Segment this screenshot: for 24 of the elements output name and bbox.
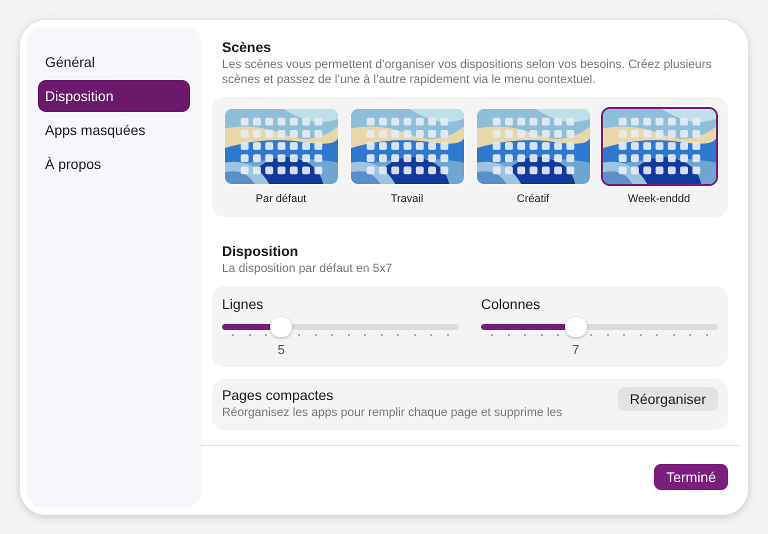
- slider-value: 5: [278, 342, 285, 357]
- slider[interactable]: [222, 317, 459, 337]
- sidebar-item[interactable]: À propos: [38, 148, 190, 180]
- sidebar-item[interactable]: Général: [38, 46, 190, 78]
- slider[interactable]: [481, 317, 718, 337]
- section-description: La disposition par défaut en 5x7: [222, 261, 394, 276]
- slider-thumb[interactable]: [270, 317, 292, 337]
- scene-label: Week-enddd: [628, 193, 690, 205]
- section-title: Scènes: [222, 39, 272, 55]
- done-button[interactable]: Terminé: [654, 464, 728, 490]
- slider-thumb[interactable]: [564, 317, 587, 337]
- setting-title: Pages compactes: [222, 387, 334, 403]
- scene-label: Travail: [390, 193, 424, 205]
- slider-value: 7: [572, 342, 580, 357]
- scene-label: Par défaut: [256, 193, 306, 205]
- reorganize-button[interactable]: Réorganiser: [618, 387, 718, 411]
- sidebar-item[interactable]: Disposition: [38, 80, 190, 112]
- sidebar-item[interactable]: Apps masquées: [38, 114, 190, 146]
- scene-label: Créatif: [516, 193, 550, 205]
- section-description: Les scènes vous permettent d’organiser vos dispositions selon vos besoins. Créez plusieurs scènes et passez de l’une à l’autre rapidement via le menu contextuel.: [222, 57, 713, 87]
- setting-description: Réorganisez les apps pour remplir chaque page et supprime les: [222, 405, 562, 420]
- section-title: Disposition: [222, 243, 300, 259]
- slider-label: Lignes: [222, 296, 264, 312]
- slider-label: Colonnes: [481, 296, 542, 312]
